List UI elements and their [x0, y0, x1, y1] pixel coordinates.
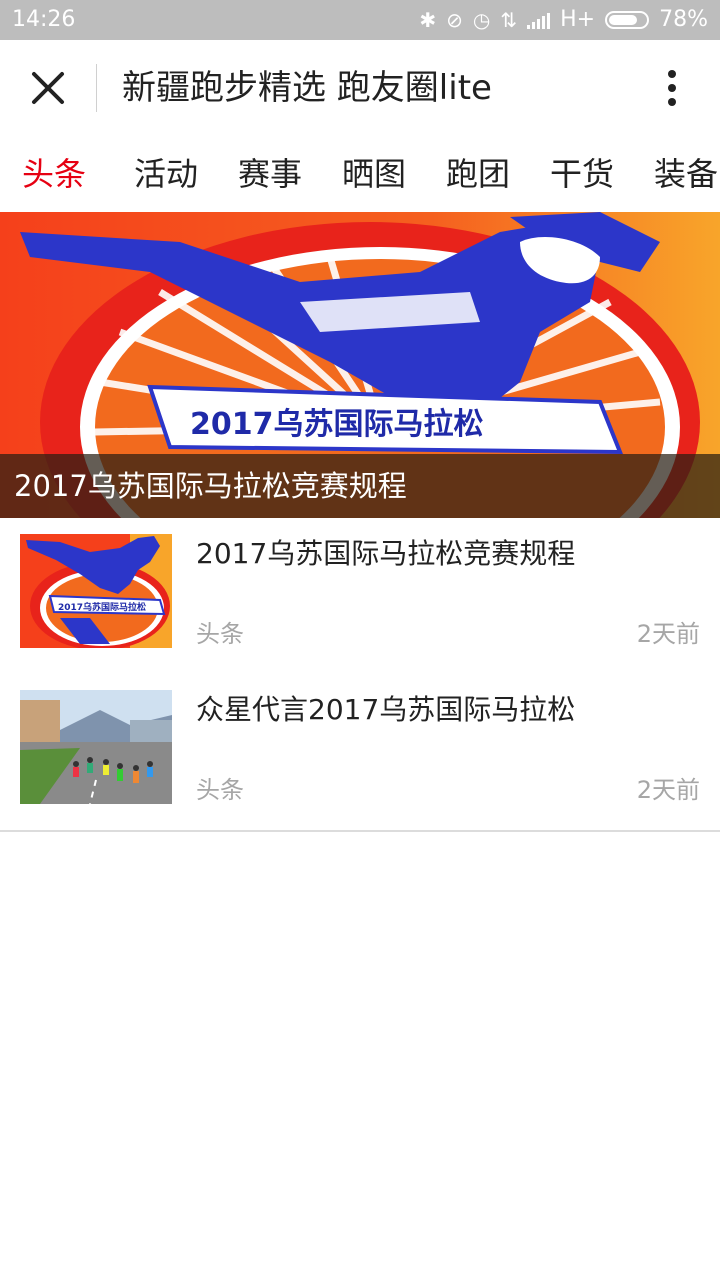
tab-headlines[interactable]: 头条	[22, 154, 86, 194]
list-item[interactable]: 众星代言2017乌苏国际马拉松 头条 2天前	[0, 674, 720, 832]
news-category: 头条	[196, 620, 244, 648]
network-type: H+	[560, 7, 596, 32]
category-tabs: 头条 活动 赛事 晒图 跑团 干货 装备	[0, 136, 720, 212]
status-time: 14:26	[12, 7, 76, 32]
list-item[interactable]: 2017乌苏国际马拉松 2017乌苏国际马拉松竞赛规程 头条 2天前	[0, 518, 720, 676]
status-bar: 14:26 ✱ ⊘ ◷ ⇅ H+ 78%	[0, 0, 720, 40]
tab-photos[interactable]: 晒图	[342, 154, 406, 194]
alarm-off-icon: ⊘	[446, 7, 463, 32]
status-icons: ✱ ⊘ ◷ ⇅ H+ 78%	[419, 7, 708, 32]
data-arrows-icon: ⇅	[500, 7, 518, 32]
news-thumbnail: 2017乌苏国际马拉松	[20, 534, 172, 648]
battery-icon	[605, 10, 650, 29]
tab-gear[interactable]: 装备	[654, 154, 718, 194]
bluetooth-icon: ✱	[419, 7, 437, 32]
title-divider	[96, 64, 97, 112]
news-title: 众星代言2017乌苏国际马拉松	[196, 693, 576, 726]
news-category: 头条	[196, 776, 244, 804]
page-title: 新疆跑步精选 跑友圈lite	[122, 68, 492, 108]
close-icon	[32, 72, 64, 104]
tab-clubs[interactable]: 跑团	[446, 154, 510, 194]
alarm-clock-icon: ◷	[472, 7, 491, 32]
hero-banner-text: 2017乌苏国际马拉松	[190, 407, 484, 442]
more-vertical-icon	[668, 70, 676, 78]
tab-activities[interactable]: 活动	[134, 154, 198, 194]
title-bar: 新疆跑步精选 跑友圈lite	[0, 40, 720, 136]
tab-events[interactable]: 赛事	[238, 154, 302, 194]
thumb-banner-text: 2017乌苏国际马拉松	[58, 601, 146, 613]
news-time: 2天前	[636, 620, 700, 648]
hero-caption: 2017乌苏国际马拉松竞赛规程	[14, 469, 407, 503]
news-title: 2017乌苏国际马拉松竞赛规程	[196, 537, 576, 570]
close-button[interactable]	[22, 62, 74, 114]
battery-percent: 78%	[659, 7, 708, 32]
news-thumbnail	[20, 690, 172, 804]
news-time: 2天前	[636, 776, 700, 804]
signal-icon	[527, 11, 551, 29]
tab-tips[interactable]: 干货	[550, 154, 614, 194]
more-button[interactable]	[648, 64, 696, 112]
hero-caption-bar: 2017乌苏国际马拉松竞赛规程	[0, 454, 720, 518]
hero-banner[interactable]: 2017乌苏国际马拉松 2017乌苏国际马拉松竞赛规程	[0, 212, 720, 518]
